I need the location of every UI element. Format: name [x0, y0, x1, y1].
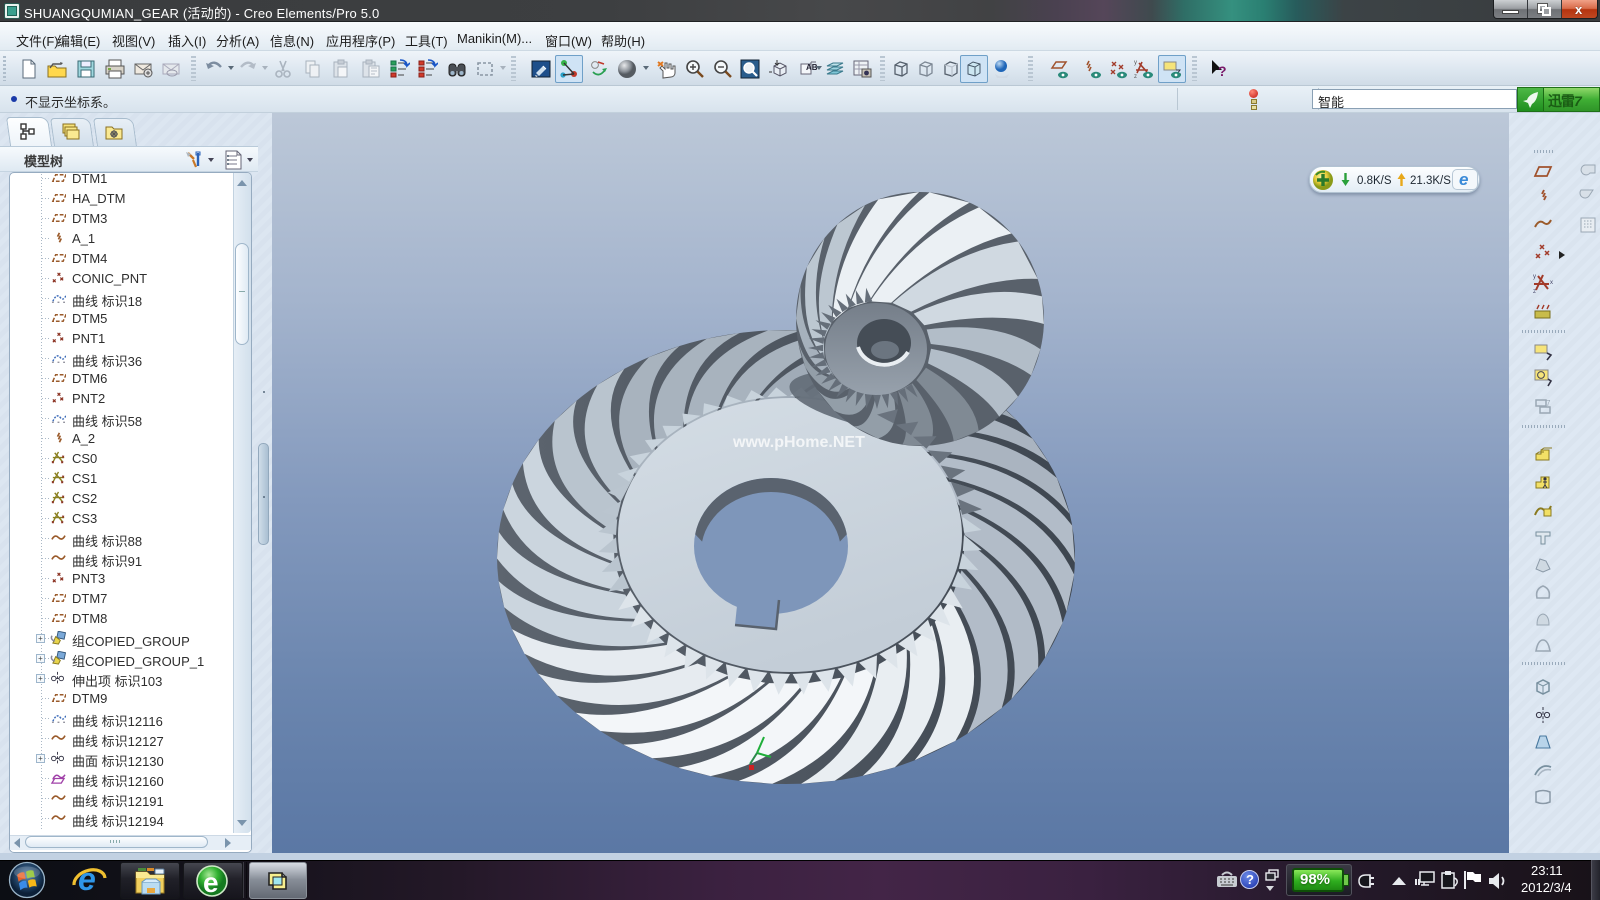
svg-text:y: y	[1134, 60, 1137, 66]
svg-text:e: e	[203, 867, 219, 898]
svg-text:www.pHome.NET: www.pHome.NET	[732, 434, 865, 451]
svg-text:z: z	[1134, 74, 1137, 80]
svg-text:z: z	[1533, 289, 1536, 294]
svg-text:e: e	[78, 861, 96, 897]
svg-text:x: x	[1550, 280, 1553, 286]
svg-text:?: ?	[1218, 63, 1227, 79]
svg-text:7: 7	[1546, 399, 1551, 408]
svg-text:y: y	[1533, 274, 1536, 280]
